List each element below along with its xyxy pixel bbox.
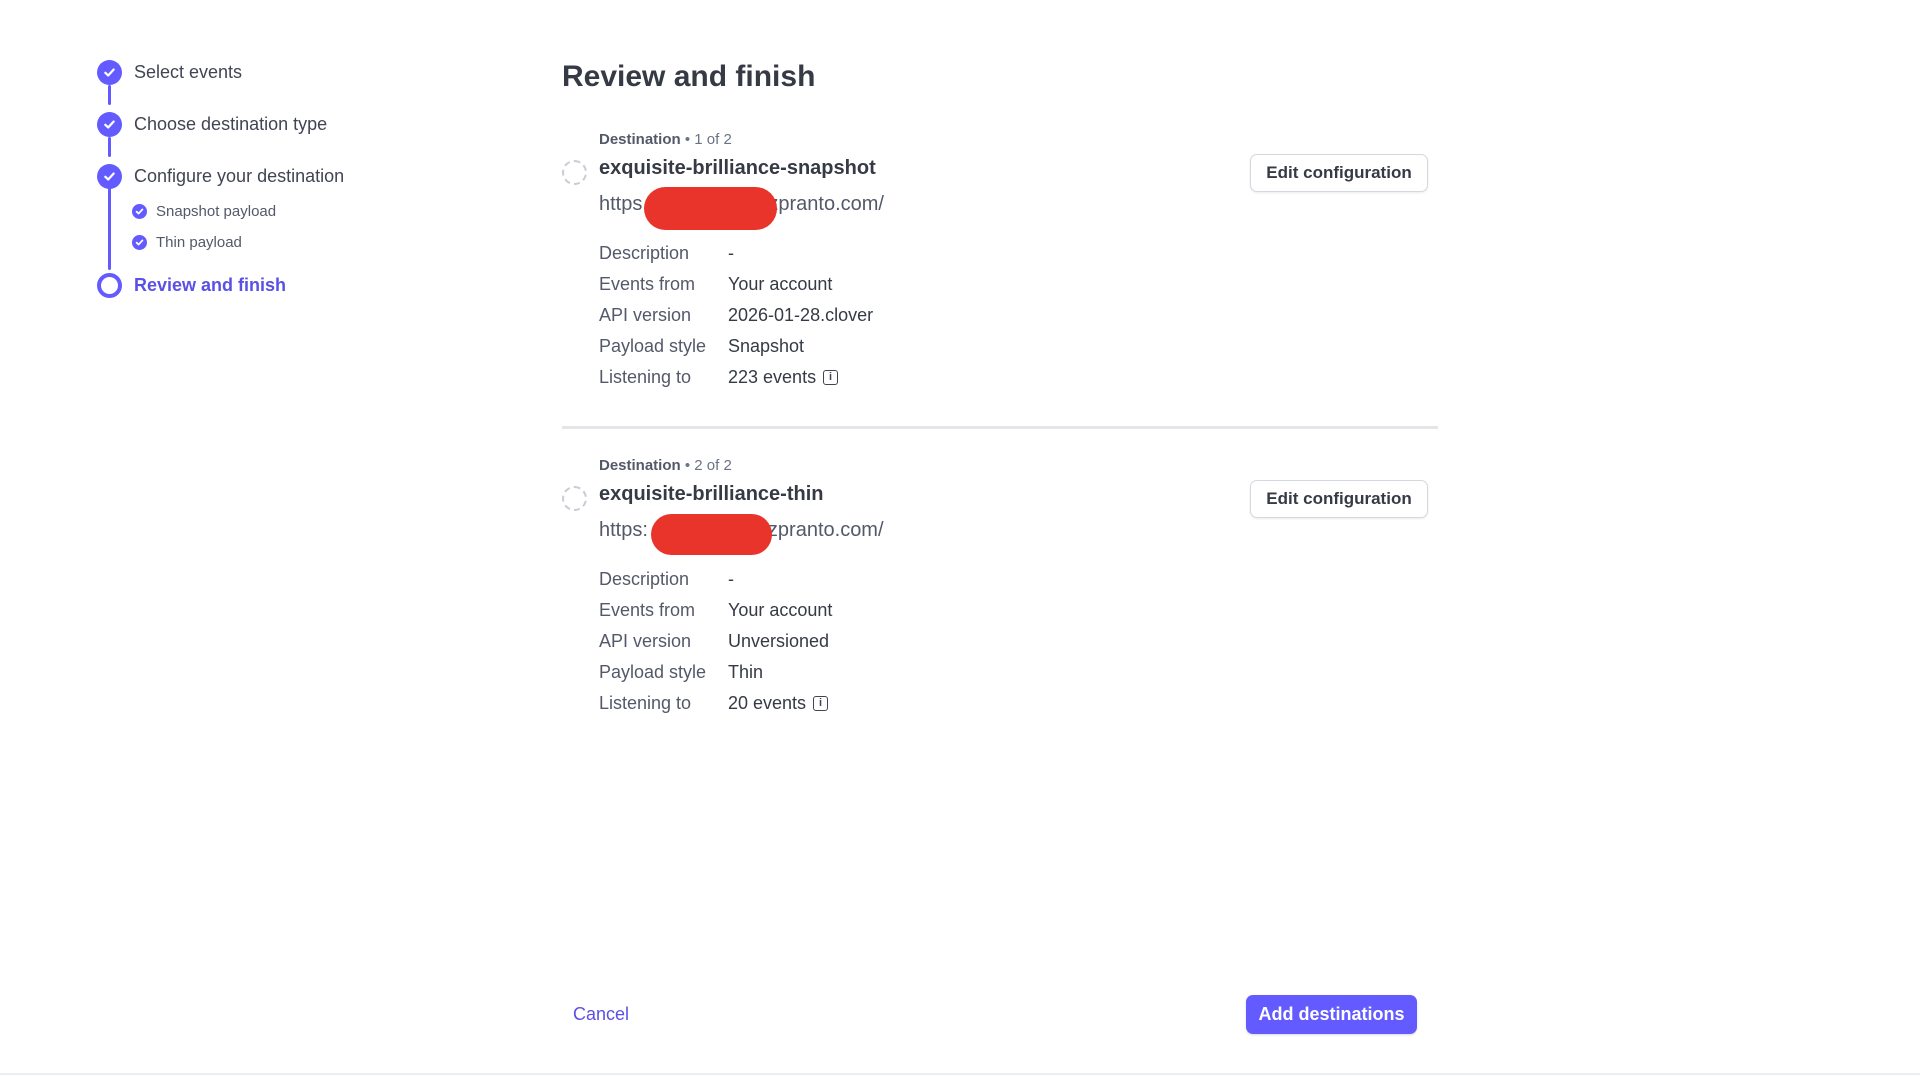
step-label: Review and finish <box>134 274 287 295</box>
redaction-mark <box>651 514 772 555</box>
dashed-circle-icon <box>562 160 587 185</box>
destination-heading-label: Destination <box>599 457 681 474</box>
detail-value-with-info: 20 events i <box>728 693 829 714</box>
substep-label: Thin payload <box>156 233 242 251</box>
detail-key: Payload style <box>599 662 707 682</box>
detail-value: Snapshot <box>728 336 805 356</box>
ring-icon <box>97 272 122 298</box>
detail-key: Events from <box>599 600 696 620</box>
check-circle-icon <box>97 163 122 189</box>
detail-value: 2026-01-28.clover <box>728 305 874 325</box>
listening-count: 20 events <box>728 693 807 713</box>
destination-heading: Destination • 1 of 2 <box>599 131 732 148</box>
bullet-separator: • <box>684 131 695 148</box>
detail-key: Description <box>599 569 690 589</box>
detail-key: Description <box>599 243 690 263</box>
add-destinations-button[interactable]: Add destinations <box>1246 995 1417 1034</box>
cancel-button[interactable]: Cancel <box>573 1004 629 1025</box>
detail-key: Payload style <box>599 336 707 356</box>
url-suffix: zpranto.com/ <box>768 193 884 215</box>
stepper-rail <box>108 188 111 270</box>
check-circle-icon <box>132 234 147 250</box>
substep-snapshot-payload[interactable]: Snapshot payload <box>132 201 276 221</box>
check-circle-icon <box>97 111 122 137</box>
step-configure-destination[interactable]: Configure your destination <box>97 162 344 190</box>
detail-key: API version <box>599 305 692 325</box>
detail-value: Unversioned <box>728 631 830 651</box>
destination-heading: Destination • 2 of 2 <box>599 457 732 474</box>
substep-label: Snapshot payload <box>156 202 277 220</box>
check-circle-icon <box>132 203 147 219</box>
bullet-separator: • <box>684 457 695 474</box>
destination-name: exquisite-brilliance-snapshot <box>599 157 876 179</box>
listening-count: 223 events <box>728 367 817 387</box>
url-suffix: zpranto.com/ <box>767 519 884 541</box>
check-circle-icon <box>97 59 122 85</box>
detail-value: - <box>728 569 734 589</box>
step-choose-destination-type[interactable]: Choose destination type <box>97 110 327 138</box>
edit-configuration-button[interactable]: Edit configuration <box>1250 480 1428 518</box>
destination-position: 1 of 2 <box>694 131 732 148</box>
step-label: Configure your destination <box>134 165 345 186</box>
url-prefix: https <box>599 193 643 215</box>
substep-thin-payload[interactable]: Thin payload <box>132 232 242 252</box>
stepper-rail <box>108 85 111 105</box>
detail-key: Listening to <box>599 693 692 713</box>
url-prefix: https: <box>599 519 648 541</box>
destination-card: Destination • 2 of 2 exquisite-brillianc… <box>562 457 1438 727</box>
progress-stepper: Select events Choose destination type Co… <box>97 58 517 318</box>
detail-key: Listening to <box>599 367 692 387</box>
section-divider <box>562 426 1438 429</box>
stepper-rail <box>108 137 111 157</box>
detail-value: Thin <box>728 662 764 682</box>
destination-heading-label: Destination <box>599 131 681 148</box>
info-icon[interactable]: i <box>813 696 829 711</box>
destination-position: 2 of 2 <box>694 457 732 474</box>
detail-value: - <box>728 243 734 263</box>
dashed-circle-icon <box>562 486 587 511</box>
info-icon[interactable]: i <box>823 370 839 385</box>
redaction-mark <box>644 187 777 230</box>
bottom-divider <box>0 1073 1920 1075</box>
step-select-events[interactable]: Select events <box>97 58 242 86</box>
page-title: Review and finish <box>562 60 816 93</box>
destination-name: exquisite-brilliance-thin <box>599 483 824 505</box>
detail-key: API version <box>599 631 692 651</box>
detail-value: Your account <box>728 600 833 620</box>
destination-card: Destination • 1 of 2 exquisite-brillianc… <box>562 131 1438 401</box>
detail-key: Events from <box>599 274 696 294</box>
review-page: Select events Choose destination type Co… <box>0 0 1920 1076</box>
step-label: Choose destination type <box>134 113 328 134</box>
step-label: Select events <box>134 61 243 82</box>
detail-value-with-info: 223 events i <box>728 367 839 388</box>
detail-value: Your account <box>728 274 833 294</box>
step-review-and-finish[interactable]: Review and finish <box>97 271 286 299</box>
edit-configuration-button[interactable]: Edit configuration <box>1250 154 1428 192</box>
